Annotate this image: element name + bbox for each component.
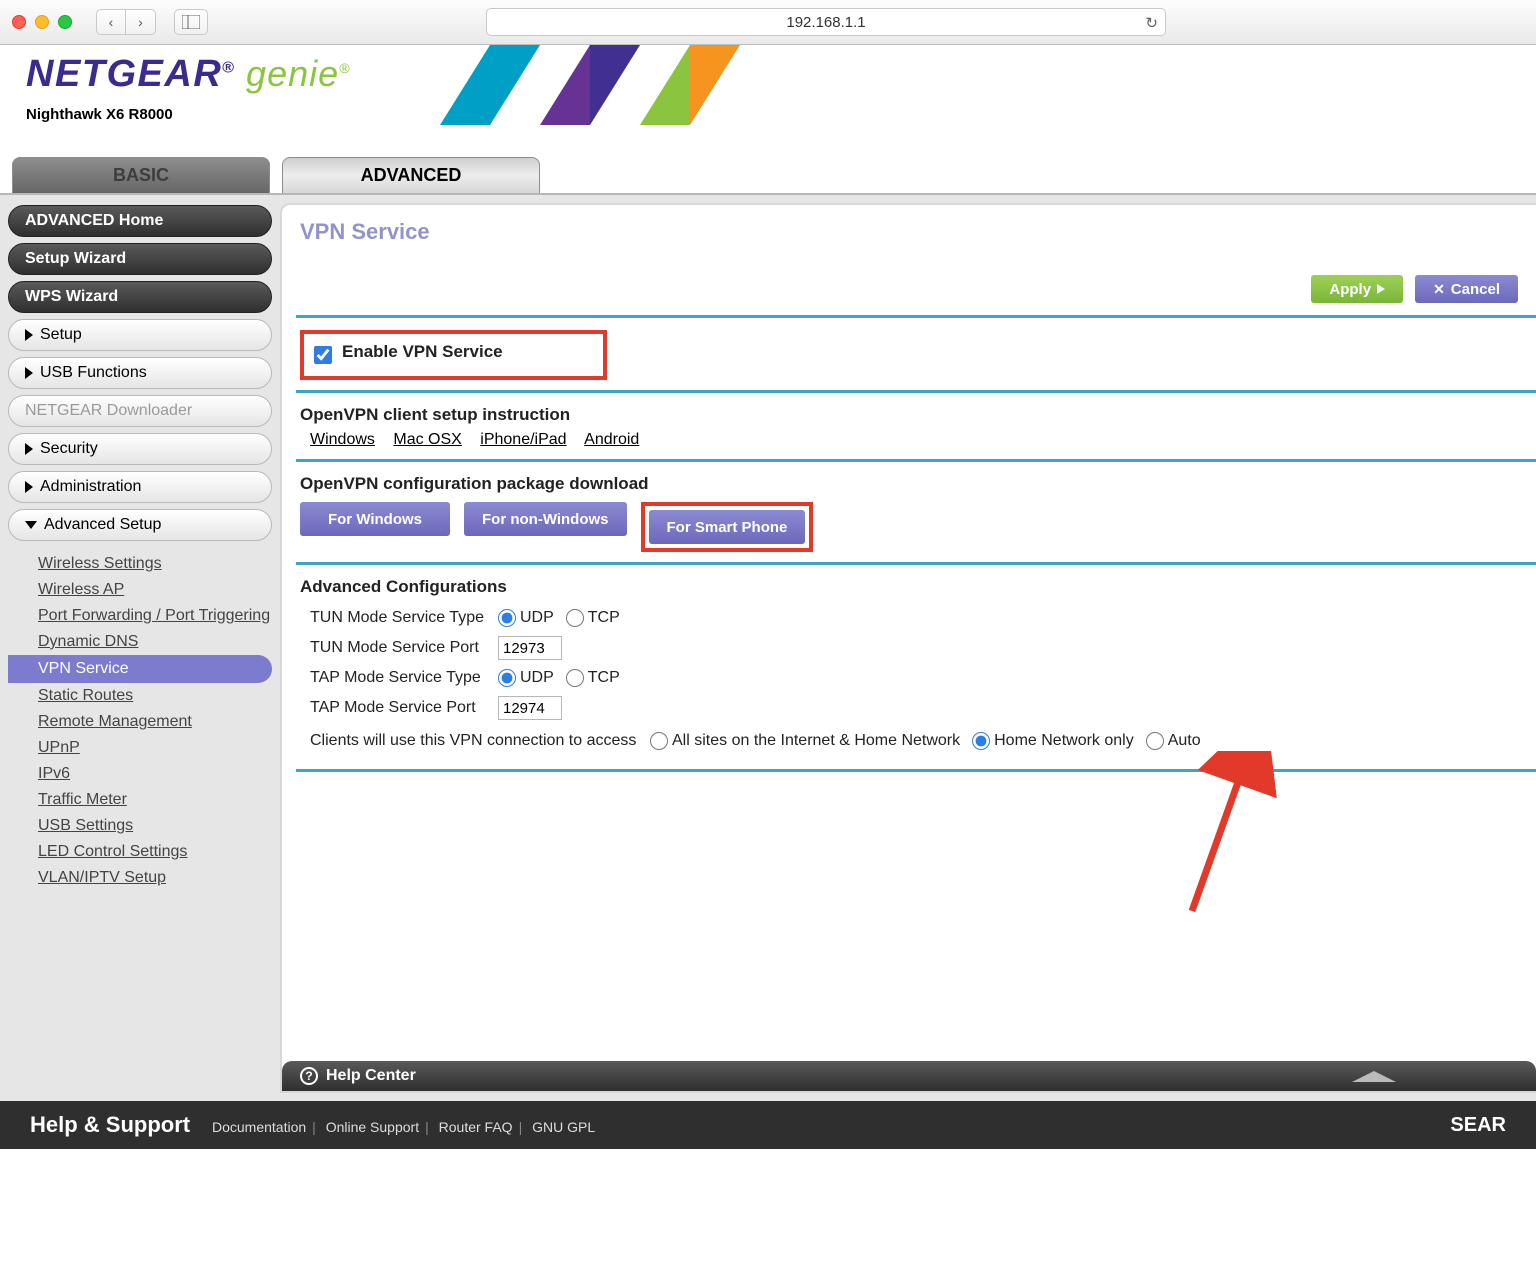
play-icon xyxy=(1377,284,1385,294)
tap-udp-radio[interactable]: UDP xyxy=(498,669,554,687)
tab-basic[interactable]: BASIC xyxy=(12,157,270,193)
question-icon: ? xyxy=(300,1067,318,1085)
sub-usb-settings[interactable]: USB Settings xyxy=(38,813,272,839)
content-panel: VPN Service Apply ✕Cancel Enable VPN Ser… xyxy=(280,203,1536,1093)
pkg-smartphone-button[interactable]: For Smart Phone xyxy=(649,510,806,544)
link-iphone-ipad[interactable]: iPhone/iPad xyxy=(480,431,566,448)
back-button[interactable]: ‹ xyxy=(96,9,126,35)
tun-tcp-radio[interactable]: TCP xyxy=(566,609,620,627)
nav-buttons: ‹ › xyxy=(96,9,156,35)
highlight-box: For Smart Phone xyxy=(641,502,814,552)
tab-advanced[interactable]: ADVANCED xyxy=(282,157,540,193)
tap-port-label: TAP Mode Service Port xyxy=(310,699,498,717)
sidebar-acc-setup[interactable]: Setup xyxy=(8,319,272,351)
tap-tcp-radio[interactable]: TCP xyxy=(566,669,620,687)
brand-header: NETGEAR® genie® Nighthawk X6 R8000 xyxy=(0,45,1536,155)
sub-led-control[interactable]: LED Control Settings xyxy=(38,839,272,865)
footer: Help & Support Documentation| Online Sup… xyxy=(0,1101,1536,1149)
browser-chrome: ‹ › 192.168.1.1 ↻ xyxy=(0,0,1536,45)
sidebar-pill-advanced-home[interactable]: ADVANCED Home xyxy=(8,205,272,237)
enable-vpn-row[interactable]: Enable VPN Service xyxy=(300,330,607,380)
sidebar-sublist: Wireless Settings Wireless AP Port Forwa… xyxy=(8,547,272,899)
tun-type-label: TUN Mode Service Type xyxy=(310,609,498,627)
chevron-up-icon[interactable] xyxy=(1352,1071,1396,1082)
sidebar-acc-admin[interactable]: Administration xyxy=(8,471,272,503)
link-android[interactable]: Android xyxy=(584,431,639,448)
sub-port-forwarding[interactable]: Port Forwarding / Port Triggering xyxy=(38,603,272,629)
action-bar: Apply ✕Cancel xyxy=(282,275,1536,315)
header-graphic xyxy=(440,45,740,125)
tun-port-label: TUN Mode Service Port xyxy=(310,639,498,657)
apply-button[interactable]: Apply xyxy=(1311,275,1403,303)
tap-type-label: TAP Mode Service Type xyxy=(310,669,498,687)
divider xyxy=(296,769,1536,772)
tun-port-input[interactable] xyxy=(498,636,562,660)
sub-remote-mgmt[interactable]: Remote Management xyxy=(38,709,272,735)
sidebar-acc-advanced-setup[interactable]: Advanced Setup xyxy=(8,509,272,541)
sidebar-acc-usb[interactable]: USB Functions xyxy=(8,357,272,389)
caret-right-icon xyxy=(25,367,33,379)
sidebar-pill-wps-wizard[interactable]: WPS Wizard xyxy=(8,281,272,313)
model-label: Nighthawk X6 R8000 xyxy=(26,106,1516,123)
sidebar-acc-security[interactable]: Security xyxy=(8,433,272,465)
footer-link-online-support[interactable]: Online Support xyxy=(326,1119,419,1135)
main-tabs: BASIC ADVANCED xyxy=(0,155,1536,193)
caret-right-icon xyxy=(25,443,33,455)
annotation-arrow-icon xyxy=(882,751,1302,931)
sub-upnp[interactable]: UPnP xyxy=(38,735,272,761)
footer-link-gnu-gpl[interactable]: GNU GPL xyxy=(532,1119,595,1135)
forward-button[interactable]: › xyxy=(126,9,156,35)
sub-ipv6[interactable]: IPv6 xyxy=(38,761,272,787)
x-icon: ✕ xyxy=(1433,281,1445,298)
enable-vpn-label: Enable VPN Service xyxy=(342,342,503,362)
caret-down-icon xyxy=(25,521,37,529)
access-all-radio[interactable]: All sites on the Internet & Home Network xyxy=(650,732,960,750)
footer-link-router-faq[interactable]: Router FAQ xyxy=(439,1119,513,1135)
caret-right-icon xyxy=(25,329,33,341)
sidebar: ADVANCED Home Setup Wizard WPS Wizard Se… xyxy=(0,195,280,1101)
enable-vpn-checkbox[interactable] xyxy=(314,346,332,364)
footer-link-documentation[interactable]: Documentation xyxy=(212,1119,306,1135)
minimize-window-icon[interactable] xyxy=(35,15,49,29)
sub-vlan-iptv[interactable]: VLAN/IPTV Setup xyxy=(38,865,272,891)
sidebar-pill-setup-wizard[interactable]: Setup Wizard xyxy=(8,243,272,275)
access-home-radio[interactable]: Home Network only xyxy=(972,732,1134,750)
link-macosx[interactable]: Mac OSX xyxy=(393,431,461,448)
genie-logo: genie® xyxy=(246,53,350,95)
access-label: Clients will use this VPN connection to … xyxy=(310,732,650,750)
client-instr-header: OpenVPN client setup instruction xyxy=(300,405,1518,425)
maximize-window-icon[interactable] xyxy=(58,15,72,29)
reload-icon[interactable]: ↻ xyxy=(1145,14,1158,32)
tap-port-input[interactable] xyxy=(498,696,562,720)
window-controls xyxy=(12,15,72,29)
pkg-windows-button[interactable]: For Windows xyxy=(300,502,450,536)
close-window-icon[interactable] xyxy=(12,15,26,29)
footer-search-label: SEAR xyxy=(1450,1114,1506,1137)
caret-right-icon xyxy=(25,481,33,493)
access-auto-radio[interactable]: Auto xyxy=(1146,732,1201,750)
link-windows[interactable]: Windows xyxy=(310,431,375,448)
url-bar[interactable]: 192.168.1.1 ↻ xyxy=(486,8,1166,36)
sub-traffic-meter[interactable]: Traffic Meter xyxy=(38,787,272,813)
help-center-label: Help Center xyxy=(326,1067,416,1085)
sub-vpn-service[interactable]: VPN Service xyxy=(8,655,272,683)
page-title: VPN Service xyxy=(300,219,1536,245)
help-center-bar[interactable]: ? Help Center xyxy=(282,1061,1536,1091)
cancel-button[interactable]: ✕Cancel xyxy=(1415,275,1518,303)
sub-static-routes[interactable]: Static Routes xyxy=(38,683,272,709)
pkg-header: OpenVPN configuration package download xyxy=(300,474,1518,494)
adv-cfg-header: Advanced Configurations xyxy=(300,577,1518,597)
sub-wireless-settings[interactable]: Wireless Settings xyxy=(38,551,272,577)
sub-wireless-ap[interactable]: Wireless AP xyxy=(38,577,272,603)
pkg-nonwindows-button[interactable]: For non-Windows xyxy=(464,502,627,536)
sub-dynamic-dns[interactable]: Dynamic DNS xyxy=(38,629,272,655)
url-text: 192.168.1.1 xyxy=(786,14,865,31)
tun-udp-radio[interactable]: UDP xyxy=(498,609,554,627)
sidebar-acc-downloader[interactable]: NETGEAR Downloader xyxy=(8,395,272,427)
footer-title: Help & Support xyxy=(30,1112,190,1137)
netgear-logo: NETGEAR® xyxy=(26,53,236,96)
sidebar-toggle-icon[interactable] xyxy=(174,9,208,35)
